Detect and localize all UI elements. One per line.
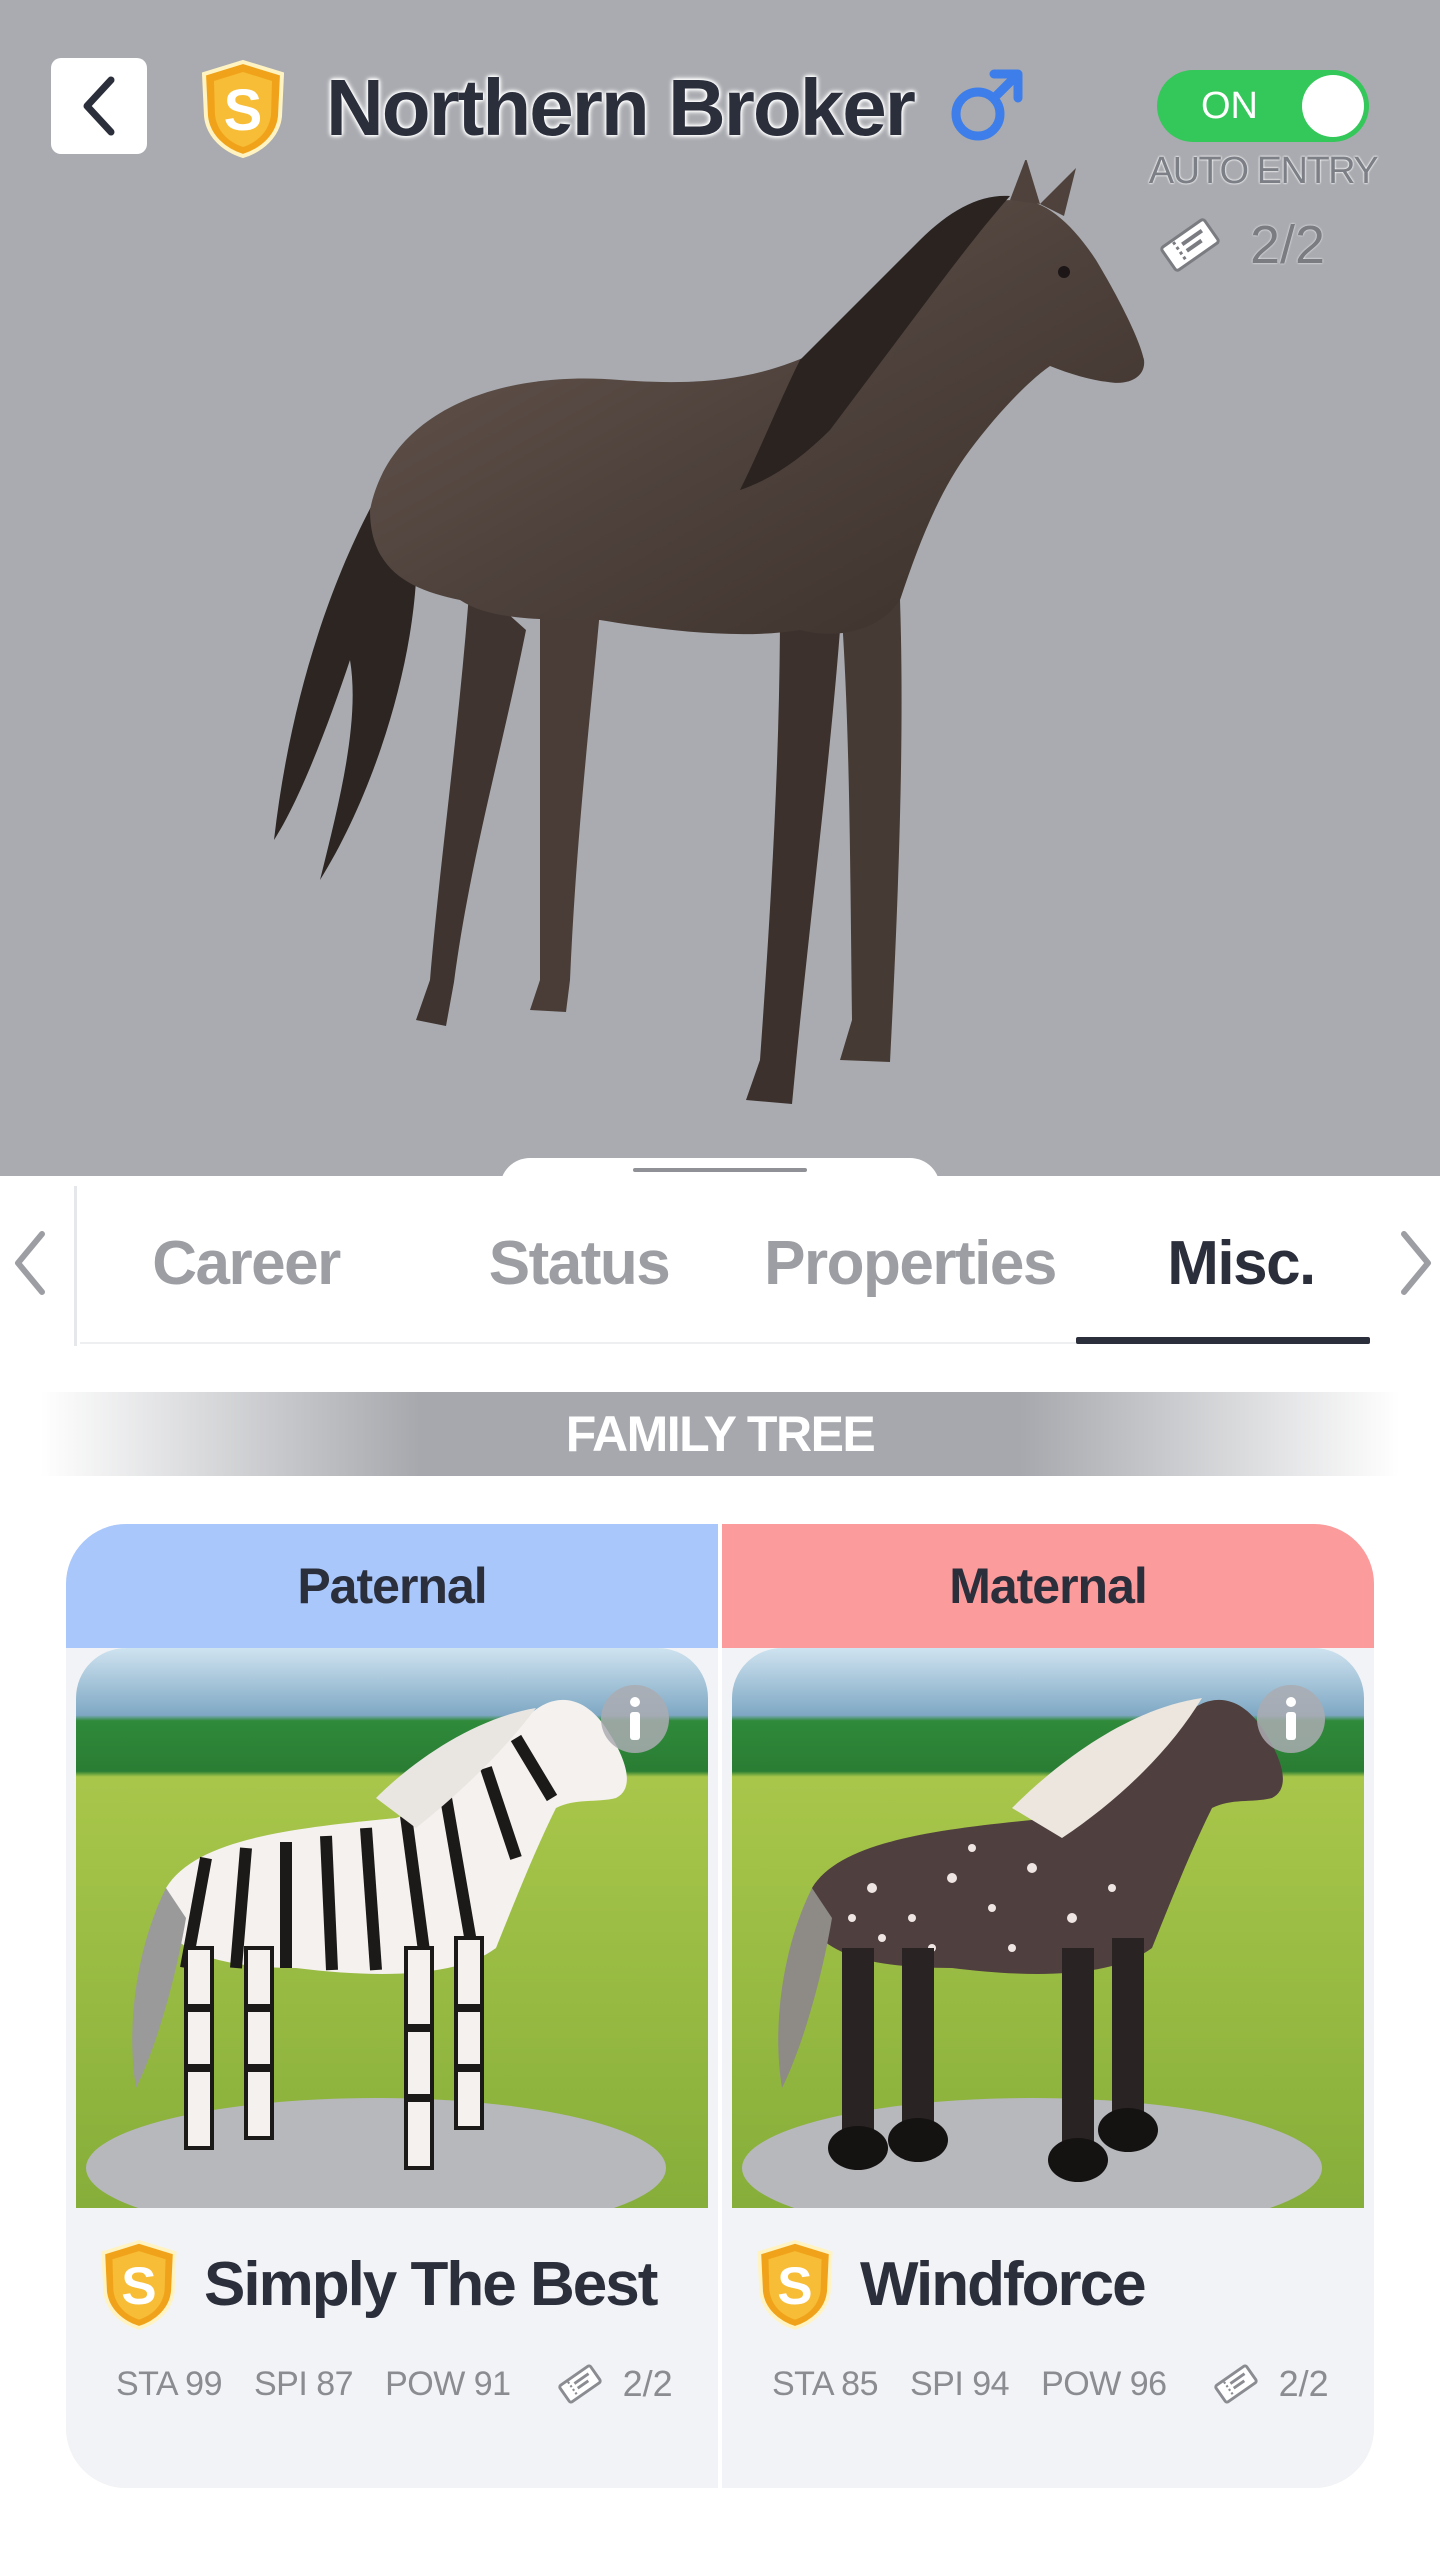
horse-name: Northern Broker	[326, 63, 916, 152]
toggle-knob	[1302, 75, 1364, 137]
toggle-state-label: ON	[1201, 85, 1258, 127]
chevron-left-icon	[15, 1231, 45, 1295]
ticket-icon	[1160, 218, 1220, 272]
rank-badge-icon: S	[201, 59, 285, 158]
tab-properties[interactable]: Properties	[750, 1216, 1070, 1312]
rank-badge-icon: S	[101, 2240, 177, 2330]
sheet-handle-area[interactable]	[500, 1158, 940, 1198]
ticket-icon	[1213, 2364, 1258, 2404]
paternal-card[interactable]: Paternal S Simply The Best STA 99 SPI 87…	[66, 1524, 718, 2488]
paternal-stats: STA 99 SPI 87 POW 91 2/2	[116, 2354, 673, 2414]
paternal-name: Simply The Best	[204, 2249, 658, 2319]
tab-misc[interactable]: Misc.	[1100, 1216, 1382, 1312]
maternal-heading: Maternal	[949, 1558, 1148, 1614]
maternal-stat-spi: SPI 94	[910, 2364, 1010, 2403]
paternal-rank-letter: S	[121, 2257, 156, 2316]
maternal-stats: STA 85 SPI 94 POW 96 2/2	[772, 2354, 1329, 2414]
back-button[interactable]	[51, 58, 147, 154]
horse-3d-model[interactable]	[240, 160, 1200, 1140]
paternal-heading: Paternal	[297, 1558, 487, 1614]
paternal-header: Paternal	[66, 1524, 718, 1648]
paternal-stat-spi: SPI 87	[254, 2364, 354, 2403]
maternal-rank-letter: S	[777, 2257, 812, 2316]
tabs-next-button[interactable]	[1386, 1215, 1440, 1311]
family-tree-title: FAMILY TREE	[565, 1406, 876, 1462]
maternal-name: Windforce	[860, 2249, 1147, 2319]
tab-career[interactable]: Career	[130, 1216, 362, 1312]
horse-detail-screen: S Northern Broker ON AUTO ENTRY 2/2 Care…	[0, 0, 1440, 2560]
active-tab-indicator	[1076, 1337, 1370, 1344]
tabs-divider	[74, 1186, 77, 1346]
chevron-right-icon	[1401, 1231, 1431, 1295]
tabs-prev-button[interactable]	[0, 1215, 60, 1311]
paternal-stat-pow: POW 91	[385, 2364, 511, 2403]
sheet-drag-handle[interactable]	[633, 1168, 807, 1172]
maternal-stat-pow: POW 96	[1041, 2364, 1167, 2403]
family-tree-cards: Paternal S Simply The Best STA 99 SPI 87…	[66, 1524, 1374, 2488]
maternal-ticket-count: 2/2	[1278, 2363, 1329, 2404]
family-tree-header: FAMILY TREE	[40, 1392, 1400, 1476]
maternal-stat-sta: STA 85	[772, 2364, 879, 2403]
rank-badge-icon: S	[757, 2240, 833, 2330]
ticket-icon	[557, 2364, 602, 2404]
maternal-horse-image[interactable]	[732, 1648, 1364, 2208]
paternal-tickets: 2/2	[557, 2361, 673, 2407]
maternal-tickets: 2/2	[1213, 2361, 1329, 2407]
info-icon[interactable]	[598, 1682, 672, 1756]
maternal-header: Maternal	[722, 1524, 1374, 1648]
paternal-name-row: S Simply The Best	[96, 2234, 658, 2334]
rank-letter: S	[224, 78, 263, 143]
maternal-name-row: S Windforce	[752, 2234, 1147, 2334]
paternal-ticket-count: 2/2	[622, 2363, 673, 2404]
maternal-card[interactable]: Maternal S Windforce STA 85 SPI 94 POW 9…	[722, 1524, 1374, 2488]
paternal-stat-sta: STA 99	[116, 2364, 223, 2403]
chevron-left-icon	[83, 76, 115, 136]
auto-entry-tickets: 2/2	[1158, 210, 1325, 280]
tab-status[interactable]: Status	[466, 1216, 692, 1312]
horse-hero: S Northern Broker ON AUTO ENTRY 2/2	[0, 0, 1440, 1176]
paternal-horse-image[interactable]	[76, 1648, 708, 2208]
male-gender-icon	[951, 69, 1023, 141]
auto-entry-toggle[interactable]: ON	[1157, 70, 1369, 142]
auto-entry-ticket-count: 2/2	[1250, 215, 1326, 275]
auto-entry-label: AUTO ENTRY	[1148, 150, 1379, 192]
info-icon[interactable]	[1254, 1682, 1328, 1756]
